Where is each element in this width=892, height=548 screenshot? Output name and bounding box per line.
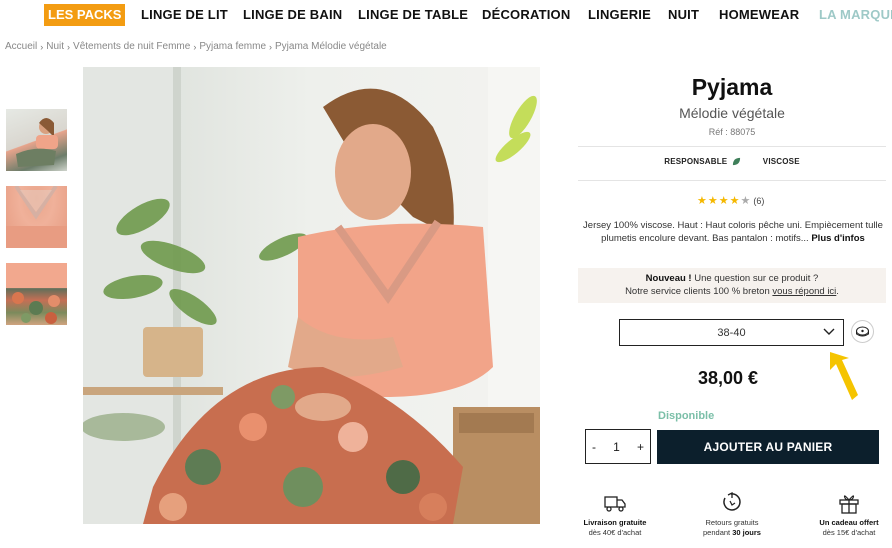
size-select[interactable]: 38-40 — [619, 319, 844, 346]
product-reference: Réf : 88075 — [708, 127, 756, 137]
feature-returns-pre: pendant — [703, 528, 733, 537]
quantity-increase-button[interactable]: + — [637, 440, 644, 454]
more-info-link[interactable]: Plus d'infos — [811, 233, 864, 244]
nav-item-nuit[interactable]: NUIT — [668, 7, 699, 22]
notice-link[interactable]: vous répond ici — [772, 286, 836, 297]
product-rating[interactable]: ★ ★ ★ ★ ★ (6) — [697, 194, 764, 207]
divider — [578, 146, 886, 147]
availability-status: Disponible — [658, 410, 715, 422]
top-navigation: LES PACKS LINGE DE LIT LINGE DE BAIN LIN… — [0, 0, 892, 32]
quantity-value[interactable]: 1 — [613, 440, 620, 454]
product-thumbnail-3[interactable] — [6, 263, 67, 325]
breadcrumb-nuit[interactable]: Nuit — [46, 41, 64, 52]
tag-viscose: VISCOSE — [762, 157, 800, 166]
star-empty-icon: ★ — [740, 195, 751, 207]
arrow-up-icon — [830, 352, 858, 400]
product-main-image[interactable] — [83, 67, 540, 524]
chevron-right-icon: › — [269, 41, 273, 52]
gift-icon — [839, 495, 859, 514]
feature-delivery-detail: dès 40€ d'achat — [588, 528, 642, 537]
notice-service: Notre service clients 100 % breton — [625, 285, 773, 297]
divider — [578, 180, 886, 181]
product-thumbnail-1[interactable] — [6, 109, 67, 171]
product-tags: RESPONSABLE VISCOSE — [578, 157, 886, 166]
tag-responsable: RESPONSABLE — [664, 157, 741, 166]
notice-new-label: Nouveau ! — [645, 273, 692, 284]
quantity-stepper[interactable]: - 1 + — [585, 429, 651, 464]
feature-gift-title: Un cadeau offert — [819, 518, 879, 527]
breadcrumb-current: Pyjama Mélodie végétale — [275, 41, 387, 52]
star-icon: ★ — [707, 195, 718, 207]
nav-item-la-marque[interactable]: LA MARQUE — [819, 7, 892, 22]
feature-delivery-title: Livraison gratuite — [583, 518, 647, 527]
notice-question: Une question sur ce produit ? — [691, 273, 819, 284]
breadcrumb: Accueil › Nuit › Vêtements de nuit Femme… — [5, 41, 387, 52]
chevron-right-icon: › — [40, 41, 44, 52]
feature-free-gift: Un cadeau offert dès 15€ d'achat — [804, 492, 892, 538]
feature-returns-days: 30 jours — [732, 528, 761, 537]
product-subtitle: Mélodie végétale — [679, 105, 785, 121]
chevron-down-icon — [823, 328, 835, 335]
feature-gift-detail: dès 15€ d'achat — [822, 528, 876, 537]
nav-item-linge-de-lit[interactable]: LINGE DE LIT — [141, 7, 228, 22]
size-value: 38-40 — [717, 326, 746, 339]
feature-returns-title: Retours gratuits — [705, 518, 759, 527]
tag-responsable-label: RESPONSABLE — [664, 157, 728, 166]
nav-item-lingerie[interactable]: LINGERIE — [588, 7, 651, 22]
measuring-tape-icon[interactable] — [851, 320, 874, 343]
rating-count: (6) — [753, 195, 765, 206]
customer-service-notice: Nouveau ! Une question sur ce produit ? … — [578, 268, 886, 303]
nav-item-decoration[interactable]: DÉCORATION — [482, 7, 570, 22]
star-icon: ★ — [718, 195, 729, 207]
breadcrumb-accueil[interactable]: Accueil — [5, 41, 37, 52]
breadcrumb-vetements-nuit-femme[interactable]: Vêtements de nuit Femme — [73, 41, 190, 52]
quantity-decrease-button[interactable]: - — [592, 440, 596, 454]
star-icon: ★ — [729, 195, 740, 207]
nav-item-linge-de-bain[interactable]: LINGE DE BAIN — [243, 7, 342, 22]
feature-free-delivery: Livraison gratuite dès 40€ d'achat — [570, 492, 660, 538]
chevron-right-icon: › — [67, 41, 71, 52]
nav-item-homewear[interactable]: HOMEWEAR — [719, 7, 799, 22]
notice-period: . — [836, 285, 839, 297]
product-title: Pyjama — [691, 74, 773, 100]
add-to-cart-button[interactable]: AJOUTER AU PANIER — [657, 430, 879, 464]
product-description: Jersey 100% viscose. Haut : Haut coloris… — [583, 220, 883, 245]
nav-item-packs[interactable]: LES PACKS — [44, 4, 126, 26]
return-icon — [723, 492, 741, 511]
feature-free-returns: Retours gratuits pendant 30 jours — [687, 492, 777, 538]
star-icon: ★ — [697, 195, 707, 207]
chevron-right-icon: › — [193, 41, 197, 52]
product-thumbnail-2[interactable] — [6, 186, 67, 248]
product-price: 38,00 € — [697, 368, 759, 388]
leaf-icon — [732, 158, 740, 166]
breadcrumb-pyjama-femme[interactable]: Pyjama femme — [199, 41, 266, 52]
nav-item-linge-de-table[interactable]: LINGE DE TABLE — [358, 7, 468, 22]
truck-icon — [604, 496, 626, 512]
